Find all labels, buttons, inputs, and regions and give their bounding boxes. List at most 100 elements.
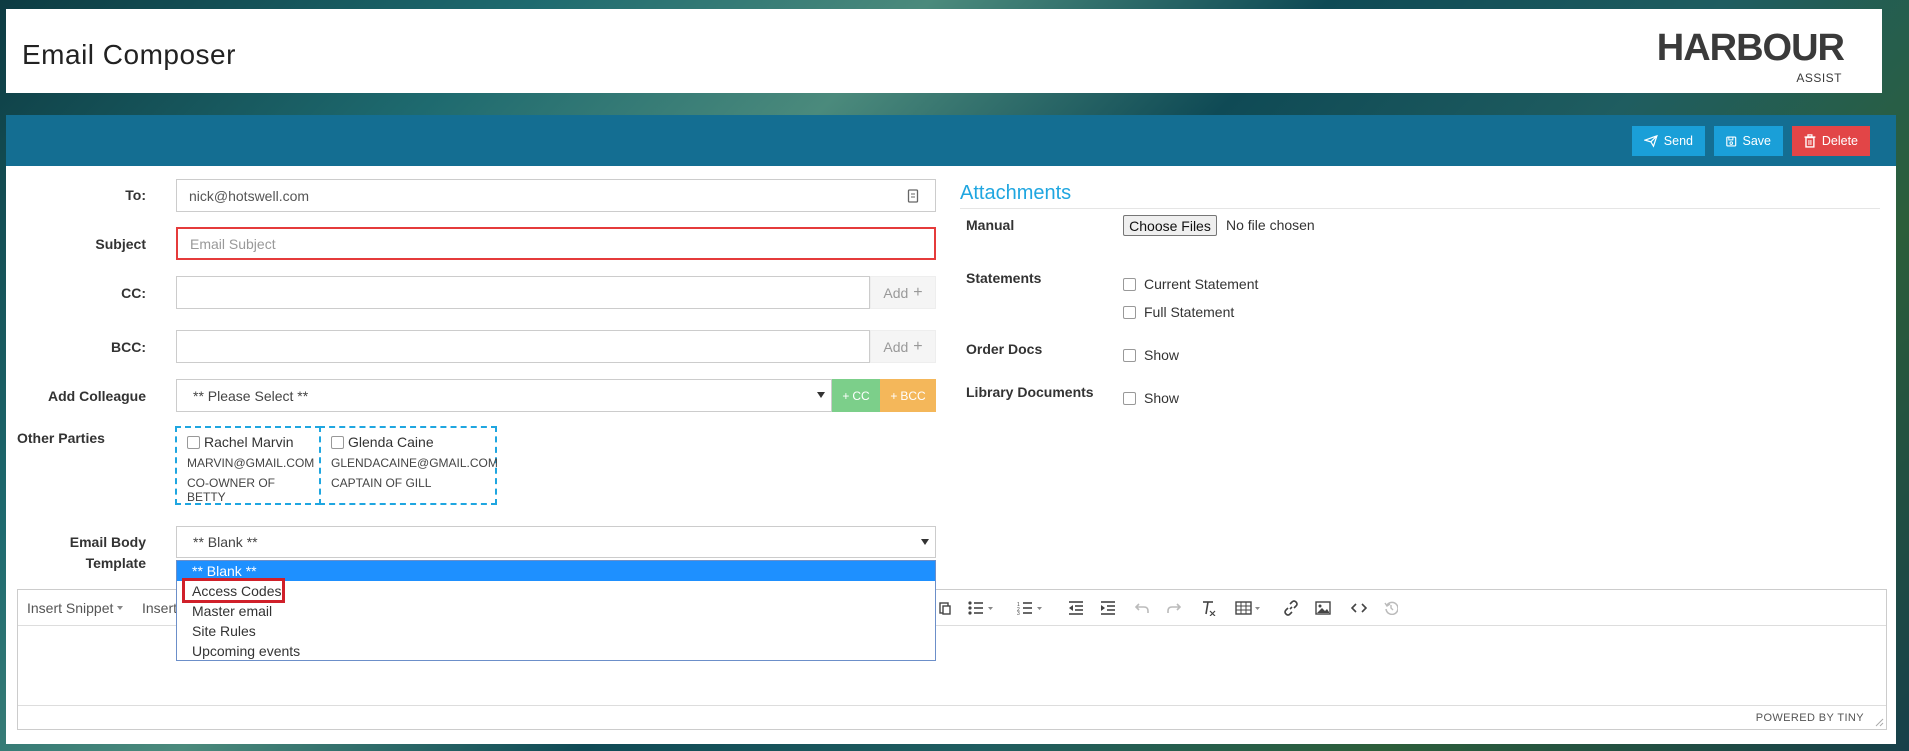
template-select[interactable]: ** Blank ** <box>176 526 936 558</box>
party-role: CO-OWNER OF BETTY <box>187 476 275 504</box>
order-docs-option[interactable]: Show <box>1123 347 1179 363</box>
undo-icon[interactable] <box>1132 599 1152 617</box>
to-value: nick@hotswell.com <box>189 187 310 204</box>
full-statement-checkbox[interactable] <box>1123 305 1136 319</box>
image-icon[interactable] <box>1313 599 1333 617</box>
bcc-input[interactable] <box>176 330 870 363</box>
template-selected: ** Blank ** <box>193 534 258 550</box>
link-icon[interactable] <box>1281 599 1301 617</box>
harbour-assist-logo: HARBOUR ASSIST <box>1657 23 1845 85</box>
insert-snippet-menu[interactable]: Insert Snippet <box>27 600 124 616</box>
template-label: Template <box>85 555 146 571</box>
save-label: Save <box>1742 134 1772 148</box>
insert-snippet-label: Insert Snippet <box>27 600 114 616</box>
numbered-list-icon[interactable]: 123 <box>1015 599 1045 617</box>
page-header: Email Composer HARBOUR ASSIST <box>6 9 1882 93</box>
current-statement-checkbox[interactable] <box>1123 277 1136 291</box>
indent-icon[interactable] <box>1098 599 1118 617</box>
no-file-text: No file chosen <box>1226 217 1315 233</box>
attachments-divider <box>960 208 1880 209</box>
chevron-down-icon <box>921 539 929 545</box>
bcc-add-label: Add <box>883 338 909 355</box>
resize-handle-icon[interactable] <box>1874 717 1884 727</box>
delete-button[interactable]: Delete <box>1792 126 1870 156</box>
delete-label: Delete <box>1821 134 1858 148</box>
order-docs-show-label: Show <box>1144 347 1180 363</box>
outdent-icon[interactable] <box>1066 599 1086 617</box>
powered-by-tiny[interactable]: POWERED BY TINY <box>1756 712 1864 724</box>
party-card[interactable]: Glenda Caine GLENDACAINE@GMAIL.COM CAPTA… <box>319 426 498 505</box>
colleague-selected: ** Please Select ** <box>193 387 309 404</box>
current-statement-label: Current Statement <box>1144 276 1259 292</box>
library-documents-checkbox[interactable] <box>1123 391 1136 405</box>
trash-icon <box>1804 134 1816 148</box>
bullet-list-icon[interactable] <box>966 599 996 617</box>
library-documents-option[interactable]: Show <box>1123 390 1179 406</box>
chevron-down-icon <box>817 392 825 398</box>
bcc-add-button[interactable]: Add + <box>870 330 936 363</box>
template-option[interactable]: Upcoming events <box>177 641 935 661</box>
colleague-cc-button[interactable]: + CC <box>832 379 880 412</box>
party-role: CAPTAIN OF GILL <box>331 476 432 490</box>
action-toolbar: Send Save Delete <box>6 115 1896 166</box>
save-button[interactable]: Save <box>1714 126 1783 156</box>
chevron-down-icon <box>117 606 124 610</box>
insert-label: Insert <box>142 600 178 616</box>
cc-label: CC: <box>121 285 146 301</box>
library-documents-show-label: Show <box>1144 390 1180 406</box>
colleague-bcc-button[interactable]: + BCC <box>880 379 936 412</box>
statements-label: Statements <box>966 270 1042 286</box>
library-documents-label: Library Documents <box>966 384 1094 400</box>
template-option[interactable]: Master email <box>177 601 935 621</box>
paper-plane-icon <box>1644 134 1658 148</box>
full-statement-label: Full Statement <box>1144 304 1235 320</box>
address-book-icon[interactable] <box>907 189 919 203</box>
highlight-box <box>182 578 285 603</box>
redo-icon[interactable] <box>1164 599 1184 617</box>
to-field[interactable]: nick@hotswell.com <box>176 179 936 212</box>
clear-formatting-icon[interactable] <box>1198 599 1218 617</box>
plus-icon: + <box>913 337 923 355</box>
source-code-icon[interactable] <box>1349 599 1369 617</box>
floppy-disk-icon <box>1726 135 1737 147</box>
paste-icon[interactable] <box>935 599 955 617</box>
cc-add-label: Add <box>883 284 909 301</box>
template-option[interactable]: Access Codes <box>177 581 935 601</box>
party-checkbox[interactable] <box>331 435 344 449</box>
page-title: Email Composer <box>22 39 236 70</box>
plus-icon: + <box>842 388 850 403</box>
other-parties-label: Other Parties <box>17 430 105 446</box>
full-statement-option[interactable]: Full Statement <box>1123 304 1234 320</box>
cc-input[interactable] <box>176 276 870 309</box>
restore-draft-icon[interactable] <box>1381 599 1401 617</box>
table-icon[interactable] <box>1233 599 1263 617</box>
template-dropdown-list: ** Blank ** Access Codes Master email Si… <box>176 560 936 661</box>
choose-files-button[interactable]: Choose Files <box>1123 215 1217 236</box>
bcc-label: BCC: <box>111 339 146 355</box>
party-email: MARVIN@GMAIL.COM <box>187 456 315 470</box>
send-button[interactable]: Send <box>1632 126 1705 156</box>
colleague-cc-label: CC <box>852 388 870 403</box>
party-email: GLENDACAINE@GMAIL.COM <box>331 456 498 470</box>
party-card[interactable]: Rachel Marvin MARVIN@GMAIL.COM CO-OWNER … <box>175 426 321 505</box>
insert-menu[interactable]: Insert <box>142 600 177 616</box>
order-docs-label: Order Docs <box>966 341 1043 357</box>
add-colleague-label: Add Colleague <box>47 388 146 404</box>
template-option[interactable]: Site Rules <box>177 621 935 641</box>
subject-input[interactable]: Email Subject <box>176 227 936 260</box>
current-statement-option[interactable]: Current Statement <box>1123 276 1258 292</box>
colleague-select[interactable]: ** Please Select ** <box>176 379 832 412</box>
party-checkbox[interactable] <box>187 435 200 449</box>
order-docs-checkbox[interactable] <box>1123 348 1136 362</box>
email-body-label: Email Body <box>69 534 146 550</box>
party-name: Glenda Caine <box>348 434 434 450</box>
subject-label: Subject <box>95 236 146 252</box>
template-option[interactable]: ** Blank ** <box>177 561 935 581</box>
logo-sub-text: ASSIST <box>1796 71 1842 85</box>
logo-main-text: HARBOUR <box>1656 27 1845 69</box>
svg-text:3: 3 <box>1017 611 1020 615</box>
attachments-title: Attachments <box>960 182 1072 204</box>
plus-icon: + <box>913 283 923 301</box>
manual-label: Manual <box>966 217 1015 233</box>
cc-add-button[interactable]: Add + <box>870 276 936 309</box>
